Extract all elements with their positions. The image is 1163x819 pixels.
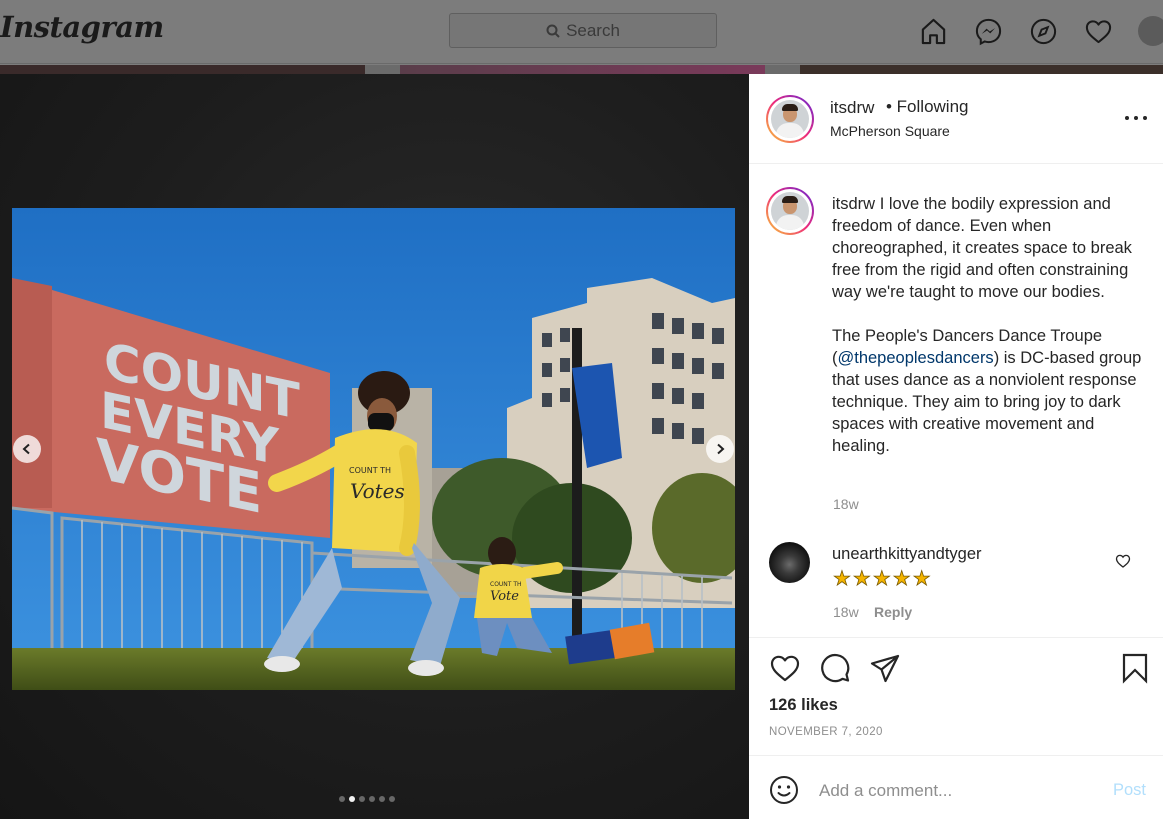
instagram-logo[interactable]: Instagram [0,10,164,44]
commenter-avatar[interactable] [769,542,810,583]
activity-heart-icon[interactable] [1083,16,1113,46]
search-box[interactable]: Search [449,13,717,48]
home-icon[interactable] [918,16,948,46]
hoodie-text-small-1: COUNT TH [349,466,391,475]
carousel-indicator [339,796,395,802]
feed-background-strip [0,65,1163,74]
explore-icon[interactable] [1028,16,1058,46]
add-comment-input[interactable] [819,776,1099,806]
hoodie-text-big-1: Votes [350,479,405,503]
post-photo: COUNT EVERY VOTE COUNT TH Vote COUNT TH … [12,208,735,690]
commenter-username[interactable]: unearthkittyandtyger [832,545,982,564]
chevron-left-icon [22,443,30,455]
comment-text: ★★★★★ [833,568,933,591]
chevron-right-icon [717,443,725,455]
post-media-panel: COUNT EVERY VOTE COUNT TH Vote COUNT TH … [0,74,749,819]
top-navigation-bar: Instagram Search [0,0,1163,64]
hoodie-text-big-2: Vote [490,589,519,604]
search-icon [546,24,560,38]
save-bookmark-icon[interactable] [1119,652,1151,684]
comment-reply-button[interactable]: Reply [874,604,912,620]
profile-avatar[interactable] [1138,16,1163,46]
post-caption: itsdrw I love the bodily expression and … [832,193,1142,457]
messenger-icon[interactable] [973,16,1003,46]
caption-paragraph-1: I love the bodily expression and freedom… [832,195,1132,301]
caption-author-avatar[interactable] [766,187,814,235]
carousel-dot [379,796,385,802]
following-status[interactable]: • Following [886,97,969,117]
author-avatar[interactable] [766,95,814,143]
post-location[interactable]: McPherson Square [830,123,950,139]
comment-like-heart-icon[interactable] [1115,553,1131,569]
post-date[interactable]: NOVEMBER 7, 2020 [769,726,883,738]
carousel-dot [359,796,365,802]
comment-age[interactable]: 18w [833,604,859,620]
carousel-dot [349,796,355,802]
caption-username[interactable]: itsdrw [832,195,875,213]
more-options-button[interactable] [1125,110,1147,126]
dancers-photo-illustration: COUNT EVERY VOTE COUNT TH Vote COUNT TH … [12,208,735,690]
post-details-panel: itsdrw • Following McPherson Square itsd… [749,74,1163,819]
hoodie-text-small-2: COUNT TH [490,581,522,588]
like-heart-icon[interactable] [769,652,801,684]
author-username[interactable]: itsdrw [830,98,874,118]
carousel-dot [369,796,375,802]
post-header: itsdrw • Following McPherson Square [749,74,1163,164]
emoji-icon[interactable] [769,775,799,805]
share-direct-icon[interactable] [869,652,901,684]
carousel-dot [389,796,395,802]
carousel-prev-button[interactable] [13,435,41,463]
carousel-dot [339,796,345,802]
caption-age[interactable]: 18w [833,496,859,512]
likes-count[interactable]: 126 likes [769,696,838,715]
comment-icon[interactable] [819,652,851,684]
post-comment-button[interactable]: Post [1113,781,1146,800]
add-comment-bar: Post [749,755,1163,819]
search-placeholder: Search [566,20,620,40]
caption-mention-link[interactable]: @thepeoplesdancers [838,349,994,367]
carousel-next-button[interactable] [706,435,734,463]
